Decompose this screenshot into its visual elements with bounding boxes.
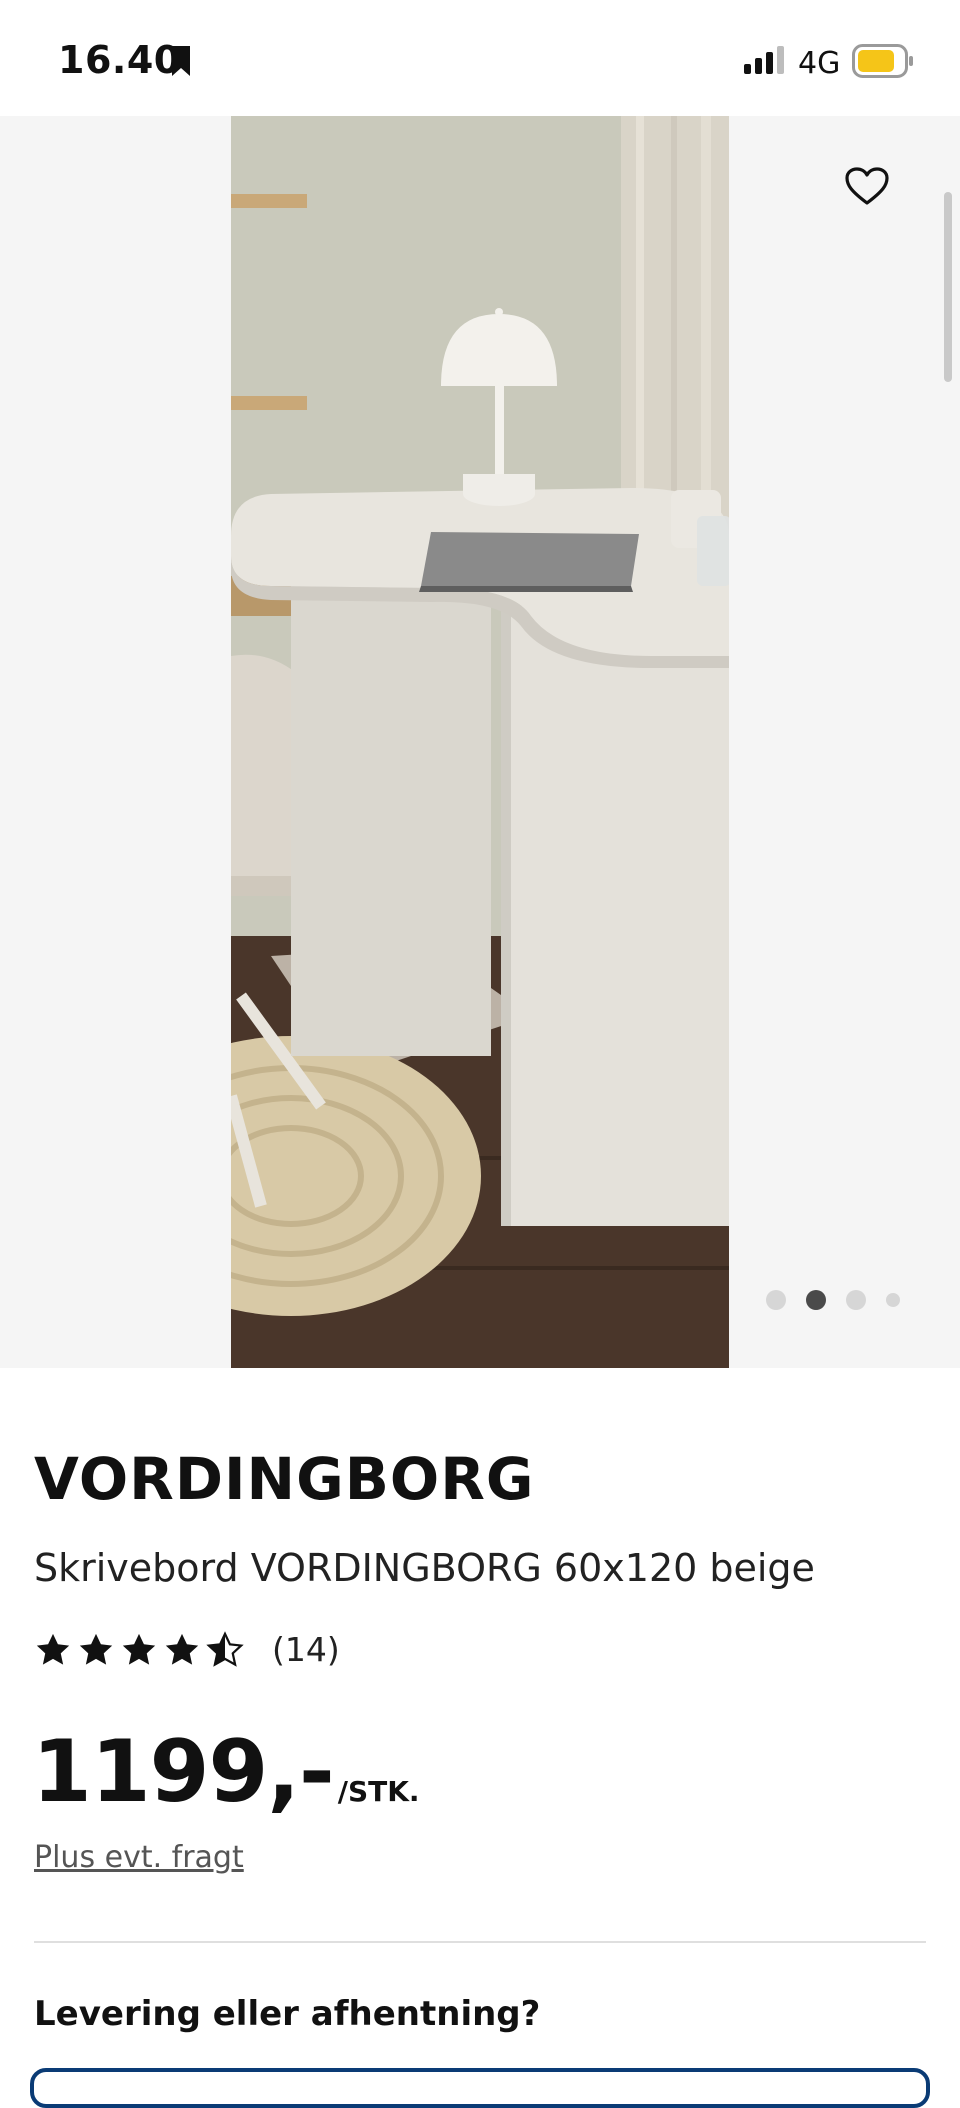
gallery-dot-3[interactable] — [846, 1290, 866, 1310]
price-unit: /STK. — [337, 1775, 420, 1808]
gallery-dot-4[interactable] — [886, 1293, 900, 1307]
bookmark-icon — [170, 44, 192, 83]
gallery-pagination[interactable] — [766, 1288, 900, 1312]
gallery-dot-2[interactable] — [806, 1290, 826, 1310]
price: 1199,- /STK. — [32, 1722, 420, 1822]
product-gallery[interactable] — [0, 116, 960, 1368]
star-icon — [165, 1633, 199, 1665]
star-icon — [122, 1633, 156, 1665]
delivery-option-box[interactable] — [30, 2068, 930, 2108]
heart-icon — [845, 166, 889, 212]
product-description: Skrivebord VORDINGBORG 60x120 beige — [34, 1546, 815, 1590]
half-star-icon — [206, 1630, 244, 1667]
divider — [34, 1941, 926, 1943]
scrollbar[interactable] — [944, 192, 952, 382]
status-bar: 16.40 4G — [0, 0, 960, 116]
star-icon — [36, 1633, 70, 1665]
price-value: 1199,- — [32, 1722, 335, 1822]
product-name: VORDINGBORG — [34, 1445, 535, 1513]
product-image[interactable] — [231, 116, 729, 1368]
rating-stars — [34, 1630, 244, 1669]
star-icon — [79, 1633, 113, 1665]
wishlist-button[interactable] — [838, 160, 896, 218]
signal-icon — [744, 46, 788, 79]
battery-icon — [852, 44, 914, 83]
status-time: 16.40 — [58, 38, 181, 82]
product-rating[interactable]: (14) — [34, 1630, 340, 1669]
gallery-dot-1[interactable] — [766, 1290, 786, 1310]
network-label: 4G — [798, 46, 841, 81]
shipping-link[interactable]: Plus evt. fragt — [34, 1840, 244, 1875]
review-count[interactable]: (14) — [272, 1630, 340, 1669]
delivery-heading: Levering eller afhentning? — [34, 1994, 541, 2034]
